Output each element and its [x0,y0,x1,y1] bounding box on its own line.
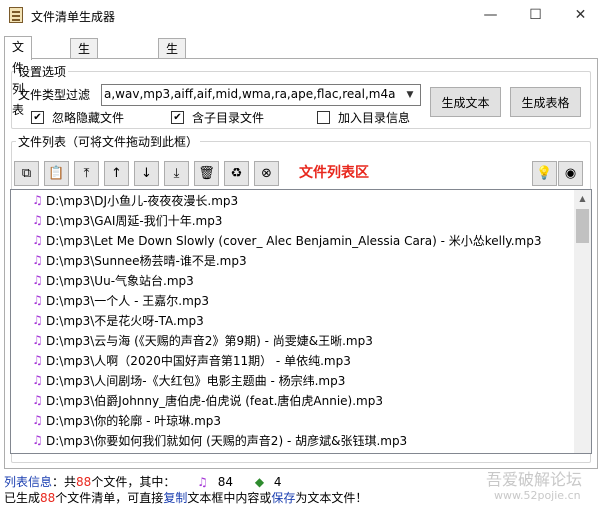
copy-file-icon[interactable]: ⧉ [14,161,39,186]
music-file-icon: ♫ [32,312,43,327]
music-file-icon: ♫ [32,192,43,207]
list-item[interactable]: ♫ D:\mp3\Uu-气象站台.mp3 [31,270,194,290]
vertical-scrollbar[interactable]: ▲ [574,190,591,453]
list-item[interactable]: ♫ D:\mp3\Let Me Down Slowly (cover_ Alec … [31,230,541,250]
clear-icon[interactable]: ♻ [224,161,249,186]
filter-label: 文件类型过滤 [18,88,91,102]
list-item[interactable]: ♫ D:\mp3\DJ小鱼儿-夜夜夜漫长.mp3 [31,190,238,210]
filter-value: a,wav,mp3,aiff,aif,mid,wma,ra,ape,flac,r… [104,87,396,101]
scroll-thumb[interactable] [576,209,589,243]
music-file-icon: ♫ [32,392,43,407]
move-bottom-icon[interactable]: ⤓ [164,161,189,186]
other-file-icon: ◆ [254,475,265,489]
status-other-count: 4 [273,475,282,489]
move-down-icon[interactable]: ↓ [134,161,159,186]
scroll-up-arrow-icon[interactable]: ▲ [574,190,591,207]
move-top-icon[interactable]: ⤒ [74,161,99,186]
add-dir-info-check-icon[interactable] [317,111,330,124]
paste-file-icon[interactable]: 📋 [44,161,69,186]
tab-file-list[interactable]: 文件列表 [4,36,33,117]
music-file-icon: ♫ [32,272,43,287]
watermark-text: 吾爱破解论坛 [486,470,583,489]
chevron-down-icon[interactable]: ▼ [400,85,420,105]
list-item[interactable]: ♫ D:\mp3\GAI周延-我们十年.mp3 [31,210,222,230]
remove-file-icon[interactable]: ⊗ [254,161,279,186]
save-link[interactable]: 保存 [271,491,295,505]
status-line-2: 已生成88个文件清单，可直接复制文本框中内容或保存为文本文件！ [4,491,368,505]
title-bar: 文件清单生成器 — ☐ ✕ [0,0,603,31]
window-title: 文件清单生成器 [31,10,116,24]
list-item[interactable]: ♫ D:\mp3\你的轮廓 - 叶琼琳.mp3 [31,410,221,430]
list-item[interactable]: ♫ D:\mp3\Sunnee杨芸晴-谁不是.mp3 [31,250,247,270]
app-icon [9,7,23,23]
tab-generate-table[interactable]: 生成信息表格 [158,38,187,156]
music-file-icon: ♫ [32,352,43,367]
bulb-icon[interactable]: 💡 [532,161,557,186]
music-file-icon: ♫ [32,412,43,427]
music-file-icon: ♫ [32,252,43,267]
ignore-hidden-check-icon[interactable]: ✔ [31,111,44,124]
add-dir-info-label: 加入目录信息 [338,111,411,125]
ignore-hidden-label: 忽略隐藏文件 [52,111,125,125]
include-subdirs-check-icon[interactable]: ✔ [171,111,184,124]
list-item[interactable]: ♫ D:\mp3\人间剧场-《大红包》电影主题曲 - 杨宗纬.mp3 [31,370,345,390]
status-music-count: 84 [217,475,234,489]
minimize-button[interactable]: — [468,0,513,31]
music-file-icon: ♫ [32,372,43,387]
file-list-area-label: 文件列表区 [299,165,369,181]
include-subdirs-label: 含子目录文件 [192,111,265,125]
list-item[interactable]: ♫ D:\mp3\人啊（2020中国好声音第11期） - 单依纯.mp3 [31,350,351,370]
file-list-legend: 文件列表（可将文件拖动到此框） [18,135,199,149]
music-file-icon: ♫ [32,292,43,307]
delete-icon[interactable]: 🗑 [194,161,219,186]
tab-panel-file-list: 设置选项 文件类型过滤 a,wav,mp3,aiff,aif,mid,wma,r… [4,58,598,469]
music-file-icon: ♫ [32,432,43,447]
status-list-info-label: 列表信息 [4,475,53,489]
music-file-icon: ♫ [197,475,208,489]
ignore-hidden-checkbox[interactable]: ✔ 忽略隐藏文件 [31,109,124,126]
move-up-icon[interactable]: ↑ [104,161,129,186]
status-line-1: 列表信息：共88个文件，其中： ♫ 84 ◆ 4 [4,475,282,489]
music-file-icon: ♫ [32,232,43,247]
generate-text-button[interactable]: 生成文本 [430,87,501,117]
list-item[interactable]: ♫ D:\mp3\你要如何我们就如何 (天赐的声音2) - 胡彦斌&张钰琪.mp3 [31,430,407,450]
list-item[interactable]: ♫ D:\mp3\不是花火呀-TA.mp3 [31,310,204,330]
add-dir-info-checkbox[interactable]: 加入目录信息 [317,109,410,126]
list-item[interactable]: ♫ D:\mp3\伯爵Johnny_唐伯虎-伯虎说 (feat.唐伯虎Annie)… [31,390,383,410]
maximize-button[interactable]: ☐ [513,0,558,31]
include-subdirs-checkbox[interactable]: ✔ 含子目录文件 [171,109,264,126]
list-item[interactable]: ♫ D:\mp3\云与海 (《天赐的声音2》第9期) - 尚雯婕&王晰.mp3 [31,330,373,350]
music-file-icon: ♫ [32,332,43,347]
status-file-count: 88 [76,475,92,489]
preview-icon[interactable]: ◉ [558,161,583,186]
music-file-icon: ♫ [32,212,43,227]
tab-generate-text[interactable]: 生成文本清单 [70,38,99,156]
generate-table-button[interactable]: 生成表格 [510,87,581,117]
watermark-url: www.52pojie.cn [494,489,581,502]
close-button[interactable]: ✕ [558,0,603,31]
list-item[interactable]: ♫ D:\mp3\一个人 - 王嘉尔.mp3 [31,290,209,310]
copy-link[interactable]: 复制 [163,491,187,505]
file-listbox[interactable]: ♫ D:\mp3\DJ小鱼儿-夜夜夜漫长.mp3 ♫ D:\mp3\GAI周延-我们… [10,189,592,454]
filter-combobox[interactable]: a,wav,mp3,aiff,aif,mid,wma,ra,ape,flac,r… [101,84,421,106]
status-generated-count: 88 [40,491,56,505]
